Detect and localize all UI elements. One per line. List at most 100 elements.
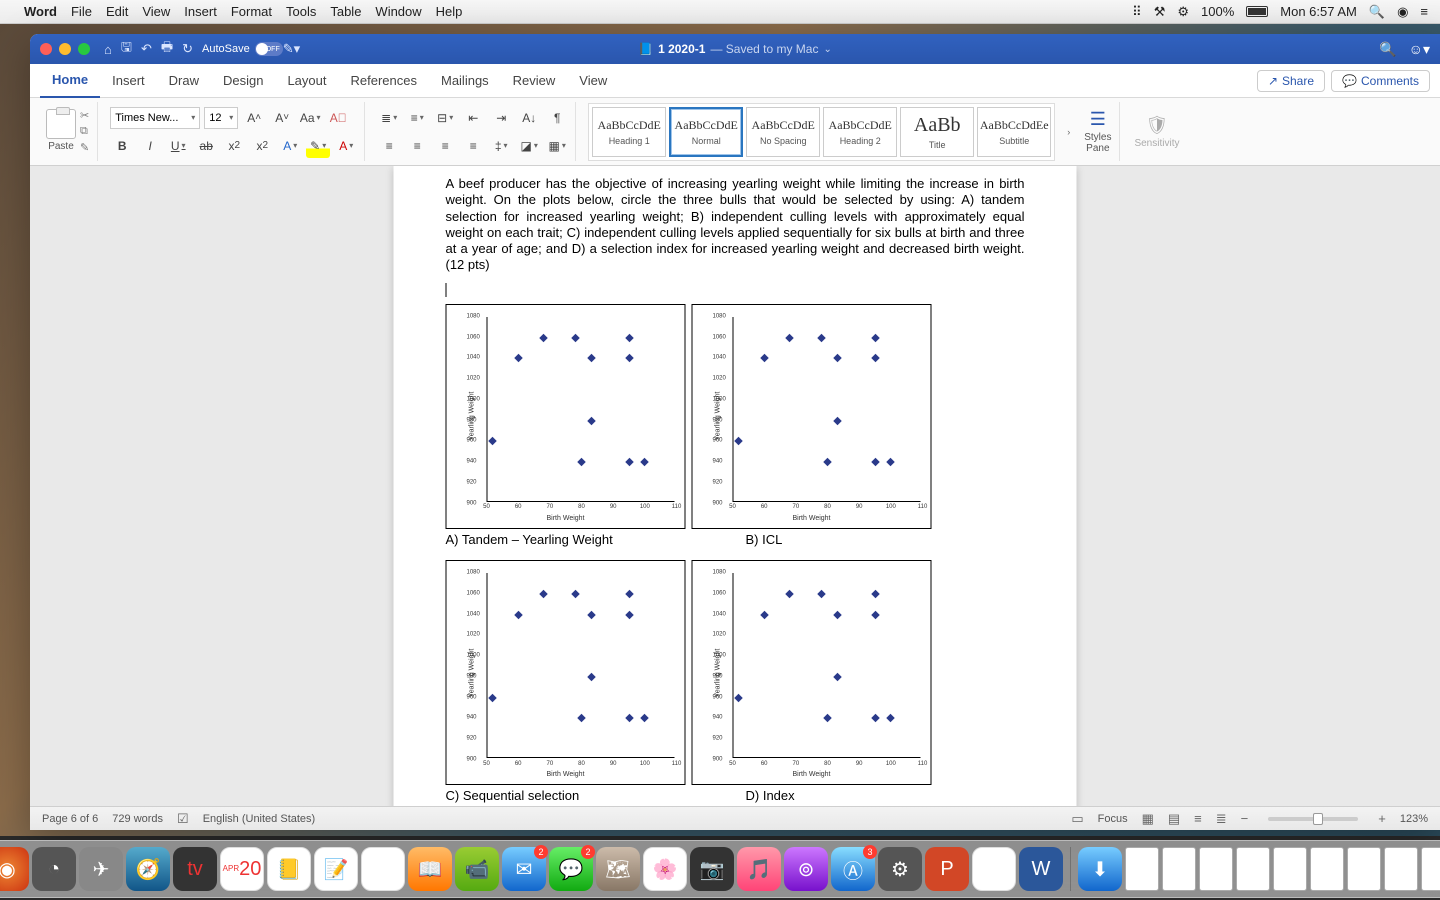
tab-layout[interactable]: Layout	[275, 64, 338, 98]
style-heading-1[interactable]: AaBbCcDdEHeading 1	[592, 107, 666, 157]
zoom-in-button[interactable]: +	[1378, 811, 1386, 826]
zoom-slider[interactable]	[1268, 817, 1358, 821]
spellcheck-icon[interactable]: ☑	[177, 811, 189, 827]
style-title[interactable]: AaBbTitle	[900, 107, 974, 157]
zoom-level[interactable]: 123%	[1400, 813, 1428, 825]
menubar-app[interactable]: Word	[24, 4, 57, 19]
dock-word-icon[interactable]: W	[1019, 847, 1063, 891]
menu-window[interactable]: Window	[375, 4, 421, 19]
spotlight-icon[interactable]: 🔍	[1369, 4, 1385, 20]
clear-format-button[interactable]: A⃠	[326, 106, 350, 130]
focus-mode-icon[interactable]: ▭	[1071, 811, 1083, 827]
bold-button[interactable]: B	[110, 134, 134, 158]
dock-powerpoint-icon[interactable]: P	[925, 847, 969, 891]
sort-button[interactable]: A↓	[517, 106, 541, 130]
dock-minimized-4[interactable]	[1236, 847, 1270, 891]
justify-button[interactable]: ≡	[461, 134, 485, 158]
tab-design[interactable]: Design	[211, 64, 275, 98]
show-marks-button[interactable]: ¶	[545, 106, 569, 130]
dock-messages-icon[interactable]: 💬2	[549, 847, 593, 891]
view-draft-icon[interactable]: ≣	[1216, 811, 1227, 827]
style-subtitle[interactable]: AaBbCcDdEeSubtitle	[977, 107, 1051, 157]
question-paragraph[interactable]: A beef producer has the objective of inc…	[446, 176, 1025, 274]
dock-safari-icon[interactable]: 🧭	[126, 847, 170, 891]
dock-minimized-9[interactable]	[1421, 847, 1440, 891]
tab-home[interactable]: Home	[40, 64, 100, 98]
menu-view[interactable]: View	[142, 4, 170, 19]
dock-minimized-8[interactable]	[1384, 847, 1418, 891]
paste-icon[interactable]	[46, 109, 76, 139]
dock-minimized-3[interactable]	[1199, 847, 1233, 891]
bluetooth-icon[interactable]: ⚒	[1154, 4, 1166, 20]
wifi-icon[interactable]: ⚙	[1177, 4, 1189, 20]
tab-insert[interactable]: Insert	[100, 64, 157, 98]
menu-format[interactable]: Format	[231, 4, 272, 19]
view-print-icon[interactable]: ▦	[1142, 811, 1154, 827]
borders-button[interactable]: ▦▾	[545, 134, 569, 158]
language-indicator[interactable]: English (United States)	[203, 813, 316, 825]
style-heading-2[interactable]: AaBbCcDdEHeading 2	[823, 107, 897, 157]
decrease-indent-button[interactable]: ⇤	[461, 106, 485, 130]
menu-help[interactable]: Help	[436, 4, 463, 19]
print-icon[interactable]: 🖶	[161, 38, 173, 60]
dock-notes-icon[interactable]: 📝	[314, 847, 358, 891]
siri-icon[interactable]: ◉	[1397, 4, 1408, 20]
dock-music-icon[interactable]: 🎵	[737, 847, 781, 891]
dock-missioncontrol-icon[interactable]: ✈	[79, 847, 123, 891]
text-effects-button[interactable]: A▾	[278, 134, 302, 158]
cut-icon[interactable]: ✂	[80, 109, 89, 122]
styles-pane-button[interactable]: ☰ Styles Pane	[1076, 102, 1120, 161]
autosave-pill[interactable]: OFF	[255, 42, 283, 56]
notification-center-icon[interactable]: ≡	[1420, 4, 1428, 19]
change-case-button[interactable]: Aa▾	[298, 106, 322, 130]
dock-chrome-icon[interactable]: ◯	[972, 847, 1016, 891]
document-page[interactable]: A beef producer has the objective of inc…	[394, 166, 1077, 806]
multilevel-button[interactable]: ⊟▾	[433, 106, 457, 130]
menu-file[interactable]: File	[71, 4, 92, 19]
increase-indent-button[interactable]: ⇥	[489, 106, 513, 130]
zoom-button[interactable]	[78, 43, 90, 55]
highlight-button[interactable]: ✎▾	[306, 134, 330, 158]
style-no-spacing[interactable]: AaBbCcDdENo Spacing	[746, 107, 820, 157]
word-count[interactable]: 729 words	[112, 813, 163, 825]
page-indicator[interactable]: Page 6 of 6	[42, 813, 98, 825]
focus-label[interactable]: Focus	[1098, 813, 1128, 825]
view-outline-icon[interactable]: ≡	[1194, 811, 1202, 826]
dock-contacts-icon[interactable]: 📒	[267, 847, 311, 891]
dock-photobooth-icon[interactable]: 📷	[690, 847, 734, 891]
superscript-button[interactable]: x2	[250, 134, 274, 158]
clock[interactable]: Mon 6:57 AM	[1280, 4, 1357, 19]
tab-draw[interactable]: Draw	[157, 64, 211, 98]
tab-view[interactable]: View	[567, 64, 619, 98]
dock-facetime-icon[interactable]: 📹	[455, 847, 499, 891]
dock-podcasts-icon[interactable]: ⊚	[784, 847, 828, 891]
line-spacing-button[interactable]: ‡▾	[489, 134, 513, 158]
dock-sysprefs-icon[interactable]: ⚙	[878, 847, 922, 891]
comments-button[interactable]: 💬Comments	[1331, 70, 1430, 92]
title-center[interactable]: 📘 1 2020-1 — Saved to my Mac ⌄	[638, 42, 832, 56]
sensitivity-button[interactable]: 🛡 Sensitivity	[1126, 102, 1187, 161]
dock-minimized-6[interactable]	[1310, 847, 1344, 891]
style-normal[interactable]: AaBbCcDdENormal	[669, 107, 743, 157]
dock-mail-icon[interactable]: ✉2	[502, 847, 546, 891]
tab-review[interactable]: Review	[501, 64, 568, 98]
font-name-select[interactable]: Times New...▾	[110, 107, 200, 129]
dock-downloads-icon[interactable]: ⬇	[1078, 847, 1122, 891]
qa-customize-icon[interactable]: ✎▾	[283, 41, 300, 57]
dock-reminders-icon[interactable]: ✓	[361, 847, 405, 891]
bullets-button[interactable]: ≣▾	[377, 106, 401, 130]
smiley-feedback-icon[interactable]: ☺▾	[1409, 41, 1430, 58]
autosave-toggle[interactable]: AutoSave OFF	[202, 42, 283, 56]
shrink-font-button[interactable]: A˅	[270, 106, 294, 130]
document-area[interactable]: A beef producer has the objective of inc…	[30, 166, 1440, 806]
menu-table[interactable]: Table	[330, 4, 361, 19]
align-center-button[interactable]: ≡	[405, 134, 429, 158]
dock-minimized-2[interactable]	[1162, 847, 1196, 891]
font-size-select[interactable]: 12▾	[204, 107, 238, 129]
font-color-button[interactable]: A▾	[334, 134, 358, 158]
menu-tools[interactable]: Tools	[286, 4, 316, 19]
strikethrough-button[interactable]: ab	[194, 134, 218, 158]
menu-edit[interactable]: Edit	[106, 4, 128, 19]
subscript-button[interactable]: x2	[222, 134, 246, 158]
tab-references[interactable]: References	[339, 64, 429, 98]
